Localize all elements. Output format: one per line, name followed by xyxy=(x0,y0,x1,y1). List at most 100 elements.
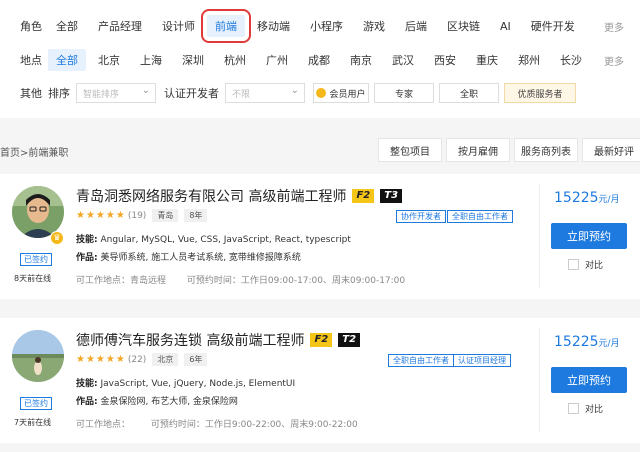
compare-checkbox[interactable]: 对比 xyxy=(568,258,603,271)
role-option-backend[interactable]: 后端 xyxy=(397,15,435,37)
member-filter-button[interactable]: 会员用户 xyxy=(313,83,369,103)
star-rating: ★★★★★ xyxy=(76,354,126,365)
location-option-xian[interactable]: 西安 xyxy=(426,49,464,71)
quality-provider-filter-button[interactable]: 优质服务者 xyxy=(504,83,576,103)
role-filter-row: 角色 全部 产品经理 设计师 前端 移动端 小程序 游戏 后端 区块链 AI 硬… xyxy=(0,9,640,43)
skills-text: JavaScript, Vue, jQuery, Node.js, Elemen… xyxy=(100,379,296,389)
price-unit: 元/月 xyxy=(598,195,620,205)
available-time: 可预约时间：工作日9:00-22:00、周末9:00-22:00 xyxy=(150,420,358,430)
collab-developer-badge: 协作开发者 xyxy=(396,210,446,223)
developer-title[interactable]: 青岛洞悉网络服务有限公司 高级前端工程师 F2 T3 xyxy=(76,186,403,206)
works-label: 作品: xyxy=(76,397,98,407)
book-now-button[interactable]: 立即预约 xyxy=(551,367,627,393)
location-option-all[interactable]: 全部 xyxy=(48,49,86,71)
sort-monthly-button[interactable]: 按月雇佣 xyxy=(446,138,510,162)
developer-meta: ★★★★★ (19) 青岛 8年 xyxy=(76,209,208,222)
medal-icon xyxy=(316,88,327,98)
location-option-wuhan[interactable]: 武汉 xyxy=(384,49,422,71)
skills-line: 技能: Angular, MySQL, Vue, CSS, JavaScript… xyxy=(76,232,351,245)
role-option-designer[interactable]: 设计师 xyxy=(154,15,203,37)
fulltime-freelancer-badge: 全职自由工作者 xyxy=(447,210,513,223)
role-option-mobile[interactable]: 移动端 xyxy=(249,15,298,37)
sort-select[interactable]: 智能排序 xyxy=(76,83,156,103)
location-option-changsha[interactable]: 长沙 xyxy=(552,49,590,71)
role-option-all[interactable]: 全部 xyxy=(48,15,86,37)
breadcrumb-bar: 首页>前端兼职 整包项目 按月雇佣 服务商列表 最新好评 xyxy=(0,138,640,164)
certified-select[interactable]: 不限 xyxy=(225,83,305,103)
developer-title-text: 青岛洞悉网络服务有限公司 高级前端工程师 xyxy=(76,189,347,205)
location-more-link[interactable]: 更多 xyxy=(604,53,624,68)
sort-latest-review-button[interactable]: 最新好评 xyxy=(582,138,640,162)
location-option-guangzhou[interactable]: 广州 xyxy=(258,49,296,71)
location-option-hangzhou[interactable]: 杭州 xyxy=(216,49,254,71)
sort-package-button[interactable]: 整包项目 xyxy=(378,138,442,162)
role-filter-label: 角色 xyxy=(20,20,42,33)
role-option-blockchain[interactable]: 区块链 xyxy=(439,15,488,37)
role-option-frontend[interactable]: 前端 xyxy=(201,9,251,43)
sort-provider-list-button[interactable]: 服务商列表 xyxy=(514,138,578,162)
certified-label: 认证开发者 xyxy=(164,87,219,100)
developer-title-text: 德师傅汽车服务连锁 高级前端工程师 xyxy=(76,333,305,349)
compare-checkbox[interactable]: 对比 xyxy=(568,402,603,415)
works-text: 美导师系统, 施工人员考试系统, 宽带维修报障系统 xyxy=(100,253,301,263)
sort-label: 排序 xyxy=(48,87,70,100)
location-option-zhengzhou[interactable]: 郑州 xyxy=(510,49,548,71)
avatar-photo xyxy=(12,330,64,382)
location-option-shenzhen[interactable]: 深圳 xyxy=(174,49,212,71)
years-tag: 6年 xyxy=(184,353,208,366)
city-tag: 北京 xyxy=(152,353,179,366)
location-option-nanjing[interactable]: 南京 xyxy=(342,49,380,71)
role-option-ai[interactable]: AI xyxy=(492,15,519,37)
work-location: 可工作地点：青岛远程 xyxy=(76,276,167,286)
checkbox-icon[interactable] xyxy=(568,403,579,414)
work-location: 可工作地点： xyxy=(76,420,131,430)
developer-card[interactable]: ♛ 已签约 8天前在线 青岛洞悉网络服务有限公司 高级前端工程师 F2 T3 ★… xyxy=(0,174,640,299)
role-more-link[interactable]: 更多 xyxy=(604,19,624,34)
developer-card[interactable]: 已签约 7天前在线 德师傅汽车服务连锁 高级前端工程师 F2 T2 ★★★★★ … xyxy=(0,318,640,443)
developer-title[interactable]: 德师傅汽车服务连锁 高级前端工程师 F2 T2 xyxy=(76,330,361,350)
fulltime-filter-button[interactable]: 全职 xyxy=(439,83,499,103)
skills-label: 技能: xyxy=(76,379,98,389)
skills-label: 技能: xyxy=(76,235,98,245)
other-filter-row: 其他 排序 智能排序 认证开发者 不限 会员用户 专家 全职 优质服务者 xyxy=(0,78,640,108)
years-tag: 8年 xyxy=(184,209,208,222)
review-count: (22) xyxy=(127,354,147,365)
works-text: 金泉保险网, 布艺大师, 金泉保险网 xyxy=(100,397,238,407)
role-option-mini-program[interactable]: 小程序 xyxy=(302,15,351,37)
city-tag: 青岛 xyxy=(152,209,179,222)
price: 15225元/月 xyxy=(554,190,620,206)
level-f-badge: F2 xyxy=(352,189,375,203)
book-now-button[interactable]: 立即预约 xyxy=(551,223,627,249)
availability-line: 可工作地点： 可预约时间：工作日9:00-22:00、周末9:00-22:00 xyxy=(76,417,358,430)
avatar[interactable] xyxy=(12,330,64,382)
location-option-chengdu[interactable]: 成都 xyxy=(300,49,338,71)
breadcrumb[interactable]: 首页>前端兼职 xyxy=(0,144,68,159)
skills-line: 技能: JavaScript, Vue, jQuery, Node.js, El… xyxy=(76,376,295,389)
signed-badge: 已签约 xyxy=(20,253,52,266)
location-option-shanghai[interactable]: 上海 xyxy=(132,49,170,71)
location-option-chongqing[interactable]: 重庆 xyxy=(468,49,506,71)
role-option-hardware[interactable]: 硬件开发 xyxy=(523,15,583,37)
compare-label: 对比 xyxy=(585,405,604,415)
price-unit: 元/月 xyxy=(598,339,620,349)
certified-pm-badge: 认证项目经理 xyxy=(453,354,511,367)
compare-label: 对比 xyxy=(585,261,604,271)
level-t-badge: T3 xyxy=(380,189,403,203)
skills-text: Angular, MySQL, Vue, CSS, JavaScript, Re… xyxy=(100,235,351,245)
availability-line: 可工作地点：青岛远程 可预约时间：工作日09:00-17:00、周末09:00-… xyxy=(76,273,405,286)
works-line: 作品: 金泉保险网, 布艺大师, 金泉保险网 xyxy=(76,394,238,407)
card-divider xyxy=(539,328,540,432)
role-option-product-manager[interactable]: 产品经理 xyxy=(90,15,150,37)
price-value: 15225 xyxy=(554,190,599,206)
fulltime-freelancer-badge: 全职自由工作者 xyxy=(388,354,454,367)
location-option-beijing[interactable]: 北京 xyxy=(90,49,128,71)
checkbox-icon[interactable] xyxy=(568,259,579,270)
crown-icon: ♛ xyxy=(50,231,64,245)
role-option-game[interactable]: 游戏 xyxy=(355,15,393,37)
level-t-badge: T2 xyxy=(338,333,361,347)
level-f-badge: F2 xyxy=(310,333,333,347)
works-line: 作品: 美导师系统, 施工人员考试系统, 宽带维修报障系统 xyxy=(76,250,301,263)
card-divider xyxy=(539,184,540,288)
online-status: 7天前在线 xyxy=(14,418,52,427)
expert-filter-button[interactable]: 专家 xyxy=(374,83,434,103)
